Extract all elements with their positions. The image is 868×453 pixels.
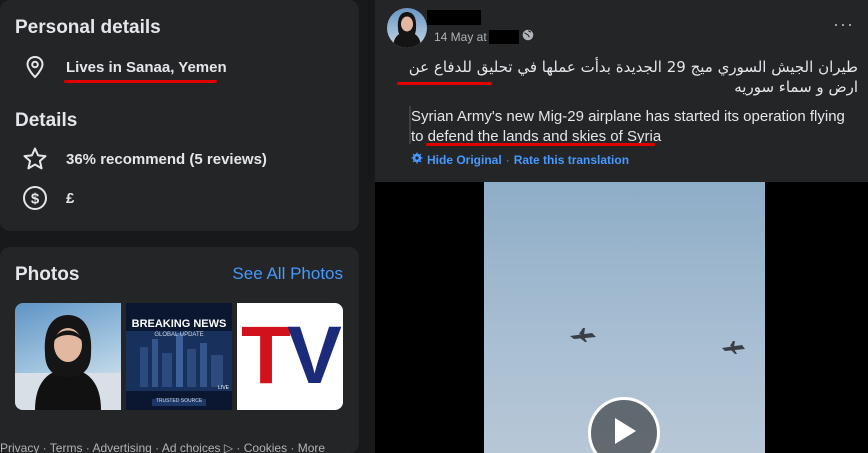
photos-title: Photos — [15, 264, 80, 285]
photo-thumbnail-breaking-news[interactable]: BREAKING NEWS GLOBAL UPDATE TRUSTED SOUR… — [126, 303, 232, 410]
more-dots-icon[interactable]: ··· — [833, 14, 854, 35]
tv-logo: TV — [241, 310, 342, 401]
jet-left — [570, 328, 596, 342]
photos-card: Photos See All Photos BREAKING NEWS GLOB… — [0, 247, 359, 453]
photo-thumbnail-tv-logo[interactable]: TV — [237, 303, 343, 410]
breaking-news-caption: TRUSTED SOURCE — [155, 398, 203, 404]
globe-icon — [522, 29, 534, 44]
breaking-news-sub: GLOBAL UPDATE — [154, 332, 204, 338]
post-original-text: طيران الجيش السوري ميج 29 الجديدة بدأت ع… — [408, 58, 858, 96]
post-timestamp[interactable]: 14 May at — [434, 29, 534, 44]
author-name-redacted[interactable] — [427, 10, 481, 25]
personal-details-title: Personal details — [15, 17, 161, 38]
breaking-news-headline: BREAKING NEWS — [131, 318, 227, 330]
post-time-redacted — [488, 29, 519, 44]
location-row: Lives in Sanaa, Yemen — [22, 54, 227, 80]
recommend-text[interactable]: 36% recommend (5 reviews) — [66, 151, 267, 168]
translation-underline — [426, 143, 655, 146]
location-underline — [64, 80, 217, 83]
link-separator: · — [505, 152, 510, 167]
see-all-photos-link[interactable]: See All Photos — [232, 264, 343, 284]
footer-links[interactable]: Privacy · Terms · Advertising · Ad choic… — [0, 441, 325, 453]
author-avatar[interactable] — [387, 8, 427, 48]
recommend-row: 36% recommend (5 reviews) — [22, 146, 267, 172]
post-card: 14 May at ··· طيران الجيش السوري ميج 29 … — [375, 0, 868, 453]
location-text[interactable]: Lives in Sanaa, Yemen — [66, 59, 227, 76]
hide-original-link[interactable]: Hide Original — [427, 153, 502, 167]
svg-text:$: $ — [31, 191, 40, 208]
details-title: Details — [15, 110, 78, 131]
rate-translation-link[interactable]: Rate this translation — [514, 153, 629, 167]
post-translation-text: Syrian Army's new Mig-29 airplane has st… — [411, 108, 845, 145]
breaking-news-live: LIVE — [218, 385, 229, 391]
translation-links: Hide Original · Rate this translation — [411, 152, 629, 167]
play-icon — [609, 415, 639, 452]
post-date: 14 May at — [434, 29, 487, 44]
location-pin-icon — [22, 54, 48, 80]
translate-gear-icon — [411, 152, 423, 167]
left-column: Personal details Lives in Sanaa, Yemen D… — [0, 0, 375, 453]
price-row: $ £ — [22, 185, 74, 211]
price-text: £ — [66, 189, 75, 207]
dollar-circle-icon: $ — [22, 185, 48, 211]
jet-right — [722, 341, 745, 354]
photo-thumbnail-anchor[interactable] — [15, 303, 121, 410]
post-video[interactable] — [375, 182, 868, 453]
arabic-underline — [397, 82, 492, 85]
intro-card: Personal details Lives in Sanaa, Yemen D… — [0, 0, 359, 231]
star-icon — [22, 146, 48, 172]
